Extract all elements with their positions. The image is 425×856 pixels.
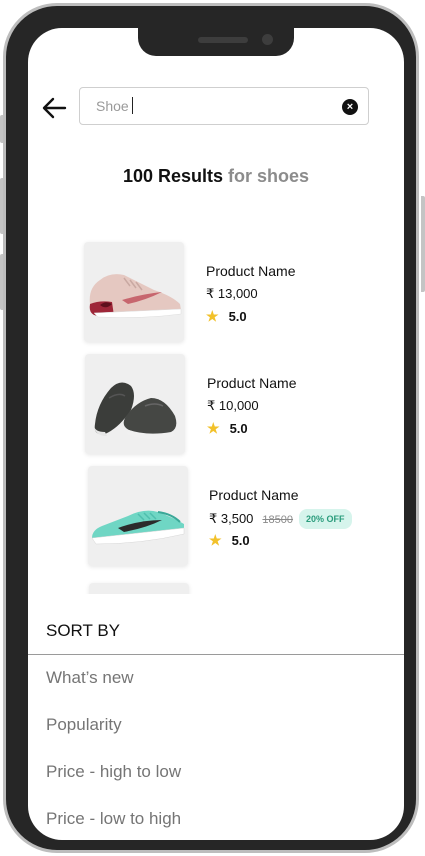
product-price: ₹ 3,500 18500 20% OFF [209,509,352,529]
shoe-icon [91,510,185,545]
front-camera [262,34,273,45]
price-current: ₹ 3,500 [209,511,254,526]
results-summary: 100 Results for shoes [28,166,404,187]
search-input[interactable]: Shoe × [79,87,369,125]
price-original: 18500 [262,514,294,526]
shoe-icon [89,274,182,318]
sort-option-popularity[interactable]: Popularity [46,715,122,735]
results-query: for shoes [228,166,310,186]
rating-value: 5.0 [231,533,250,548]
text-caret [131,97,133,115]
product-image [88,466,188,566]
search-input-text[interactable]: Shoe [96,97,133,115]
arrow-left-icon[interactable] [41,96,67,120]
discount-badge: 20% OFF [299,509,352,529]
star-icon: ★ [207,420,220,436]
product-price: ₹ 10,000 [207,398,259,413]
product-rating: ★ 5.0 [209,531,352,549]
product-info: Product Name ₹ 13,000 ★ 5.0 [206,262,295,325]
shoe-icon [94,382,177,439]
star-icon: ★ [206,308,219,324]
product-info: Product Name ₹ 3,500 18500 20% OFF ★ 5.0 [209,486,352,549]
rating-value: 5.0 [229,421,248,436]
screen: Shoe × 100 Results for shoes Product Nam… [28,28,404,840]
product-image [84,242,184,342]
sort-option-price-low-high[interactable]: Price - low to high [46,809,181,829]
product-card[interactable]: Product Name ₹ 10,000 ★ 5.0 [28,354,404,458]
product-card[interactable] [28,583,404,594]
star-icon: ★ [209,532,222,548]
sort-by-title: SORT BY [46,621,121,640]
sort-option-price-high-low[interactable]: Price - high to low [46,762,181,782]
product-rating: ★ 5.0 [206,307,295,325]
close-circle-icon[interactable]: × [342,99,358,115]
speaker-grille [198,37,248,43]
product-info: Product Name ₹ 10,000 ★ 5.0 [207,374,296,437]
product-name: Product Name [209,487,299,503]
divider [28,654,404,655]
product-card[interactable]: Product Name ₹ 3,500 18500 20% OFF ★ 5.0 [28,466,404,570]
product-rating: ★ 5.0 [207,419,296,437]
phone-frame: Shoe × 100 Results for shoes Product Nam… [3,3,419,853]
product-price: ₹ 13,000 [206,286,258,301]
sort-option-whats-new[interactable]: What’s new [46,668,134,688]
product-card[interactable]: Product Name ₹ 13,000 ★ 5.0 [28,242,404,346]
product-name: Product Name [207,375,297,391]
product-name: Product Name [206,263,296,279]
results-count: 100 Results [122,166,224,186]
product-list: Product Name ₹ 13,000 ★ 5.0 Product Name… [28,228,404,594]
notch [138,28,294,56]
product-image [89,583,189,594]
product-image [85,354,185,454]
rating-value: 5.0 [228,309,247,324]
power-button [421,196,425,292]
